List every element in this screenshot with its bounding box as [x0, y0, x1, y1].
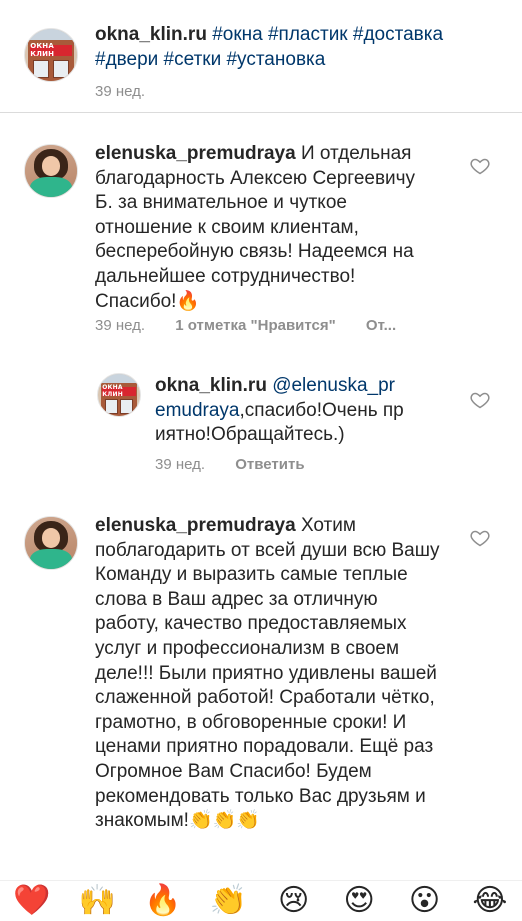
comment-1-meta: 39 нед. 1 отметка "Нравится" От...	[95, 317, 396, 334]
reply-time: 39 нед.	[155, 456, 206, 473]
fire-emoji-icon: 🔥	[176, 290, 201, 312]
reply-button[interactable]: Ответить	[235, 456, 304, 473]
comment-1-reply-button[interactable]: От...	[366, 317, 396, 334]
like-heart-icon[interactable]	[470, 528, 490, 548]
comment-1-body: И отдельная благодарность Алексею Сергее…	[95, 143, 416, 312]
divider	[0, 112, 522, 113]
reply-avatar-sign: ОКНА КЛИН	[102, 384, 136, 398]
caption-text: okna_klin.ru #окна #пластик #доставка #д…	[95, 23, 495, 72]
comment-2-text: elenuska_premudraya Хотим поблагодарить …	[95, 514, 445, 834]
avatar-okna-klin[interactable]: ОКНА КЛИН	[24, 28, 78, 82]
comment-1-time: 39 нед.	[95, 317, 146, 334]
caption-time: 39 нед.	[95, 83, 146, 100]
reply-meta: 39 нед. Ответить	[155, 456, 305, 473]
reply-username[interactable]: okna_klin.ru	[155, 375, 267, 396]
comment-1-text: elenuska_premudraya И отдельная благодар…	[95, 142, 430, 314]
avatar-elenuska[interactable]	[24, 144, 78, 198]
raised-hands-emoji-icon[interactable]: 🙌	[71, 881, 123, 921]
avatar-elenuska[interactable]	[24, 516, 78, 570]
avatar-sign: ОКНА КЛИН	[30, 42, 72, 58]
comment-1-likes[interactable]: 1 отметка "Нравится"	[175, 317, 336, 334]
emoji-reaction-bar: ❤️ 🙌 🔥 👏 😢 😍 😮 😂	[0, 880, 522, 920]
like-heart-icon[interactable]	[470, 156, 490, 176]
crying-emoji-icon[interactable]: 😢	[268, 881, 320, 921]
clap-emoji-icon: 👏👏👏	[188, 810, 260, 832]
heart-eyes-emoji-icon[interactable]: 😍	[333, 881, 385, 921]
comment-2-body: Хотим поблагодарить от всей души всю Ваш…	[95, 515, 440, 832]
heart-emoji-icon[interactable]: ❤️	[6, 881, 58, 921]
comment-1-username[interactable]: elenuska_premudraya	[95, 143, 296, 164]
caption-username[interactable]: okna_klin.ru	[95, 24, 207, 45]
like-heart-icon[interactable]	[470, 390, 490, 410]
reply-text: okna_klin.ru @elenuska_premudraya,спасиб…	[155, 374, 405, 448]
post-caption: ОКНА КЛИН okna_klin.ru #окна #пластик #д…	[0, 0, 522, 112]
laughing-emoji-icon[interactable]: 😂	[464, 881, 516, 921]
comment-2-username[interactable]: elenuska_premudraya	[95, 515, 296, 536]
avatar-okna-klin-reply[interactable]: ОКНА КЛИН	[97, 373, 141, 417]
fire-emoji-icon[interactable]: 🔥	[137, 881, 189, 921]
surprised-emoji-icon[interactable]: 😮	[399, 881, 451, 921]
clap-emoji-icon[interactable]: 👏	[202, 881, 254, 921]
